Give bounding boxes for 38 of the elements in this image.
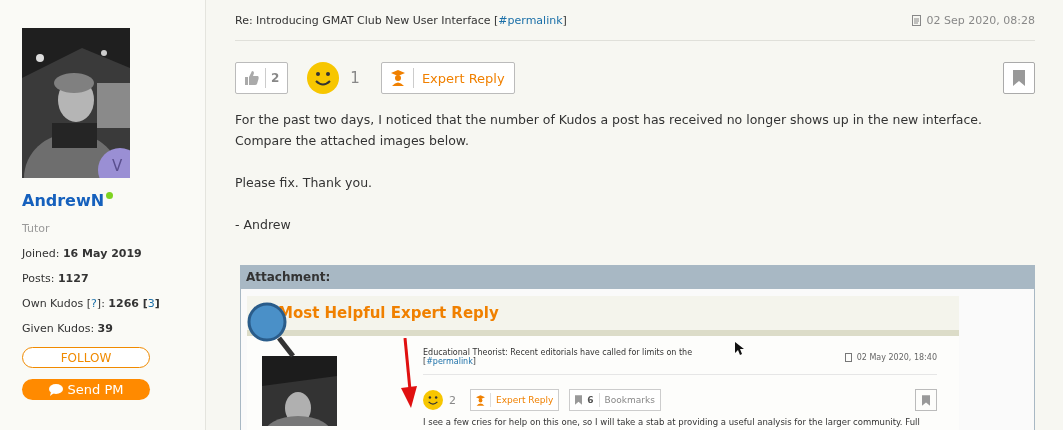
graduate-icon (476, 394, 485, 406)
cursor-icon (735, 342, 744, 355)
thumbs-up-icon (244, 70, 260, 86)
post-title-link: [#permalink] (423, 357, 477, 366)
smiley-icon[interactable] (307, 62, 340, 94)
post-title: Re: Introducing GMAT Club New User Interface [#permalink] (235, 13, 567, 27)
bookmark-icon (922, 394, 930, 406)
document-icon (911, 14, 921, 26)
attachment-label: Attachment: (241, 266, 1034, 289)
user-stat: Posts: 1127 (22, 272, 90, 285)
stat-link[interactable]: 3 (147, 297, 155, 310)
smiley-icon (423, 390, 443, 410)
post-paragraph: - Andrew (235, 216, 292, 234)
user-stat: Own Kudos [?]: 1266 [3] (22, 297, 161, 310)
post-date: 02 Sep 2020, 08:28 (926, 13, 1035, 27)
user-role: Tutor (22, 222, 51, 235)
bookmark-icon (1013, 70, 1025, 86)
user-stat: Joined: 16 May 2019 (22, 247, 143, 260)
kudos-button[interactable]: 2 (235, 62, 289, 94)
stat-link[interactable]: ? (91, 297, 97, 310)
post-title: Educational Theorist: Recent editorials have called for limits on the (423, 348, 693, 357)
expert-reply-button[interactable]: Expert Reply (380, 62, 515, 94)
permalink-link[interactable]: #permalink (498, 13, 563, 27)
post-paragraph: I see a few cries for help on this one, so I will take a stab at providing a useful analysis for the larger community. Full (423, 417, 921, 427)
post-paragraph: For the past two days, I noticed that the number of Kudos a post has received no longer shows up in the new interface. Compare the attached images below. (235, 111, 984, 150)
username-link[interactable]: AndrewN (22, 191, 105, 210)
speech-bubble-icon (48, 383, 63, 396)
post-paragraph: Please fix. Thank you. (235, 174, 374, 192)
smiley-count: 1 (350, 69, 360, 87)
permalink-link[interactable]: #permalink (426, 357, 473, 366)
bookmark-button[interactable] (1003, 62, 1035, 94)
document-icon (844, 353, 852, 362)
post-date: 02 May 2020, 18:40 (856, 353, 937, 362)
user-stat: Given Kudos: 39 (22, 322, 114, 335)
graduate-icon (390, 70, 405, 86)
bookmark-icon (575, 395, 583, 405)
arrow-drawing (400, 338, 418, 408)
smiley-count: 2 (449, 393, 456, 407)
